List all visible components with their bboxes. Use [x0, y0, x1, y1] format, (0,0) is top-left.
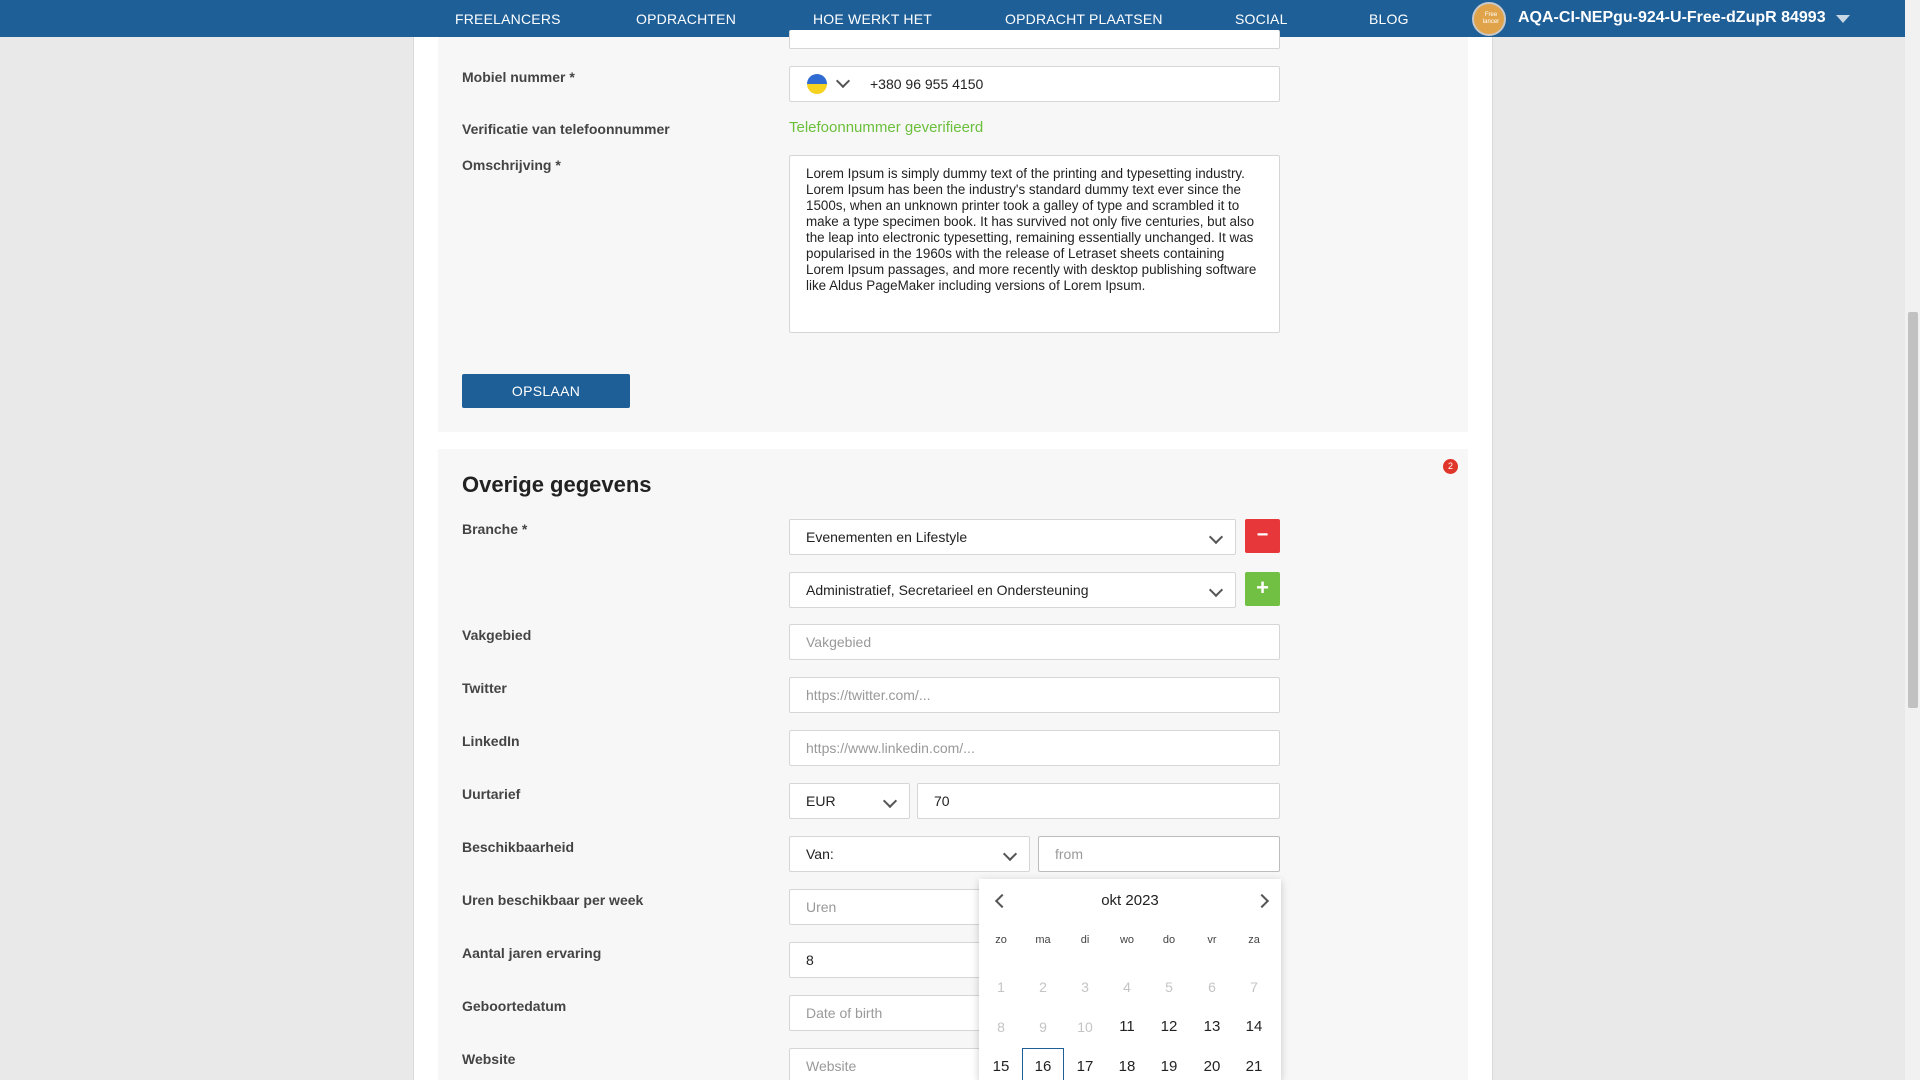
ukraine-flag-icon[interactable] [807, 74, 827, 94]
hourly-rate-label: Uurtarief [462, 786, 521, 802]
calendar-day[interactable]: 16 [1022, 1048, 1064, 1080]
calendar-day[interactable]: 12 [1148, 1008, 1190, 1046]
chevron-down-icon [882, 793, 898, 809]
chevron-down-icon [1208, 529, 1224, 545]
calendar-day: 1 [997, 979, 1005, 995]
calendar-day: 5 [1165, 979, 1173, 995]
previous-field-input[interactable] [789, 30, 1280, 49]
calendar-day: 2 [1039, 979, 1047, 995]
calendar-day: 9 [1039, 1019, 1047, 1035]
user-name[interactable]: AQA-CI-NEPgu-924-U-Free-dZupR 84993 [1518, 9, 1826, 27]
chevron-down-icon [1208, 582, 1224, 598]
mobile-number-label: Mobiel nummer * [462, 69, 575, 85]
twitter-label: Twitter [462, 680, 507, 696]
vakgebied-input[interactable]: Vakgebied [789, 624, 1280, 660]
date-of-birth-label: Geboortedatum [462, 998, 567, 1014]
twitter-input[interactable]: https://twitter.com/... [789, 677, 1280, 713]
phone-verification-label: Verificatie van telefoonnummer [462, 121, 670, 137]
calendar-day: 3 [1081, 979, 1089, 995]
availability-from-input[interactable]: from [1038, 836, 1280, 872]
branche-2-value: Administratief, Secretarieel en Onderste… [806, 582, 1089, 598]
weekday-header-vr: vr [1207, 934, 1217, 946]
chevron-down-icon[interactable] [1836, 15, 1850, 23]
weekday-header-di: di [1080, 934, 1090, 946]
mobile-number-input[interactable]: +380 96 955 4150 [789, 66, 1280, 102]
calendar-day[interactable]: 13 [1191, 1008, 1233, 1046]
linkedin-label: LinkedIn [462, 733, 520, 749]
nav-opdracht-plaatsen[interactable]: OPDRACHT PLAATSEN [1005, 11, 1163, 27]
branche-1-value: Evenementen en Lifestyle [806, 529, 968, 545]
weekday-header-do: do [1162, 934, 1176, 946]
branche-select-2[interactable]: Administratief, Secretarieel en Onderste… [789, 572, 1236, 608]
user-avatar[interactable]: Free lancer [1472, 2, 1506, 36]
weekday-header-zo: zo [995, 934, 1007, 946]
calendar-day[interactable]: 17 [1064, 1048, 1106, 1080]
remove-branche-button[interactable]: − [1245, 519, 1280, 553]
calendar-day: 7 [1250, 979, 1258, 995]
nav-freelancers[interactable]: FREELANCERS [455, 11, 561, 27]
experience-years-label: Aantal jaren ervaring [462, 945, 602, 961]
weekday-header-wo: wo [1119, 934, 1135, 946]
hours-per-week-label: Uren beschikbaar per week [462, 892, 644, 908]
branche-label: Branche * [462, 521, 528, 537]
availability-select[interactable]: Van: [789, 836, 1030, 872]
nav-opdrachten[interactable]: OPDRACHTEN [636, 11, 736, 27]
nav-hoe-werkt-het[interactable]: HOE WERKT HET [813, 11, 932, 27]
calendar-day[interactable]: 21 [1233, 1048, 1275, 1080]
nav-social[interactable]: SOCIAL [1235, 11, 1288, 27]
weekday-header-za: za [1248, 934, 1260, 946]
availability-label: Beschikbaarheid [462, 839, 575, 855]
notification-badge: 2 [1443, 459, 1458, 474]
calendar-day[interactable]: 19 [1148, 1048, 1190, 1080]
datepicker-month-title: okt 2023 [1101, 892, 1159, 909]
save-button[interactable]: OPSLAAN [462, 374, 630, 408]
calendar-day: 6 [1208, 979, 1216, 995]
vakgebied-label: Vakgebied [462, 627, 532, 643]
calendar-day: 4 [1123, 979, 1131, 995]
calendar-day: 10 [1077, 1019, 1093, 1035]
description-textarea[interactable]: Lorem Ipsum is simply dummy text of the … [789, 155, 1280, 333]
phone-verified-status: Telefoonnummer geverifieerd [789, 119, 984, 136]
avatar-logo-text: Free lancer [1482, 12, 1500, 25]
currency-value: EUR [806, 793, 836, 809]
calendar-day[interactable]: 15 [980, 1048, 1022, 1080]
currency-select[interactable]: EUR [789, 783, 910, 819]
linkedin-input[interactable]: https://www.linkedin.com/... [789, 730, 1280, 766]
hourly-rate-input[interactable]: 70 [917, 783, 1280, 819]
nav-blog[interactable]: BLOG [1369, 11, 1409, 27]
add-branche-button[interactable]: + [1245, 572, 1280, 606]
section-title: Overige gegevens [462, 472, 652, 497]
weekday-header-ma: ma [1035, 934, 1051, 946]
description-label: Omschrijving * [462, 157, 561, 173]
datepicker-popup: okt 2023 zo ma di wo do vr za 1 2 3 4 5 6 7 8 9 10 11 12 13… [979, 879, 1281, 1080]
availability-select-value: Van: [806, 846, 834, 862]
calendar-day[interactable]: 20 [1191, 1048, 1233, 1080]
calendar-day[interactable]: 18 [1106, 1048, 1148, 1080]
website-label: Website [462, 1051, 516, 1067]
calendar-day[interactable]: 11 [1106, 1008, 1148, 1046]
calendar-day: 8 [997, 1019, 1005, 1035]
branche-select-1[interactable]: Evenementen en Lifestyle [789, 519, 1236, 555]
calendar-day[interactable]: 14 [1233, 1008, 1275, 1046]
scrollbar-thumb[interactable] [1908, 312, 1918, 708]
chevron-down-icon [1002, 846, 1018, 862]
